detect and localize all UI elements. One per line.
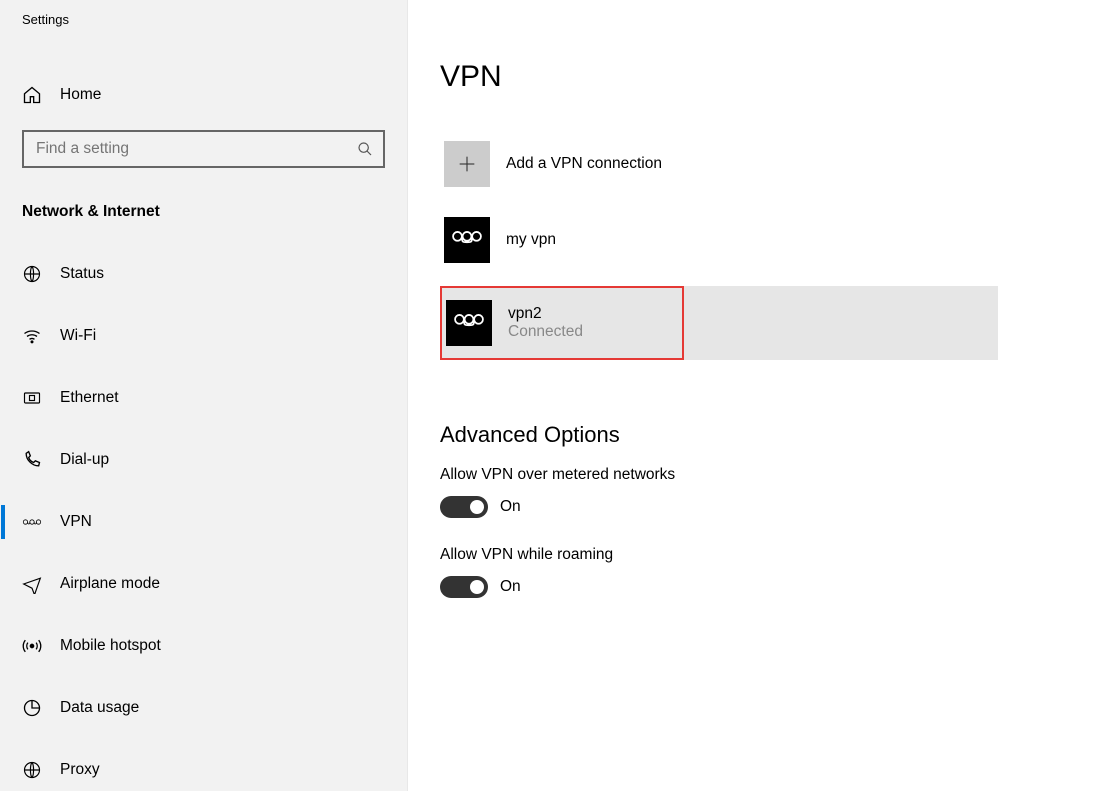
sidebar-item-hotspot[interactable]: Mobile hotspot bbox=[0, 623, 407, 669]
vpn-connection-item[interactable]: vpn2 Connected bbox=[440, 286, 684, 360]
vpn-icon bbox=[22, 512, 42, 532]
main-content: VPN Add a VPN connection my vpn bbox=[408, 0, 1096, 791]
vpn-connection-item[interactable]: my vpn bbox=[440, 202, 998, 278]
nav-list: Status Wi-Fi Ethernet D bbox=[0, 251, 407, 793]
sidebar-item-label: VPN bbox=[60, 513, 92, 531]
vpn-connection-icon bbox=[446, 300, 492, 346]
data-icon bbox=[22, 698, 42, 718]
home-icon bbox=[22, 85, 42, 105]
vpn-status: Connected bbox=[508, 323, 583, 341]
sidebar: Settings Home Network & Internet Status bbox=[0, 0, 408, 791]
search-input[interactable] bbox=[22, 130, 385, 168]
page-title: VPN bbox=[440, 60, 1096, 94]
sidebar-item-label: Data usage bbox=[60, 699, 139, 717]
sidebar-item-airplane[interactable]: Airplane mode bbox=[0, 561, 407, 607]
hotspot-icon bbox=[22, 636, 42, 656]
vpn-name: vpn2 bbox=[508, 305, 583, 323]
sidebar-item-datausage[interactable]: Data usage bbox=[0, 685, 407, 731]
proxy-icon bbox=[22, 760, 42, 780]
vpn-selected-row: vpn2 Connected bbox=[440, 286, 998, 360]
sidebar-item-proxy[interactable]: Proxy bbox=[0, 747, 407, 793]
sidebar-item-label: Dial-up bbox=[60, 451, 109, 469]
toggle-label: Allow VPN over metered networks bbox=[440, 466, 1096, 484]
plus-icon bbox=[444, 141, 490, 187]
sidebar-item-label: Status bbox=[60, 265, 104, 283]
sidebar-item-wifi[interactable]: Wi-Fi bbox=[0, 313, 407, 359]
toggle-label: Allow VPN while roaming bbox=[440, 546, 1096, 564]
search-box bbox=[22, 130, 385, 168]
vpn-connection-icon bbox=[444, 217, 490, 263]
toggle-state: On bbox=[500, 498, 521, 516]
globe-icon bbox=[22, 264, 42, 284]
window-title: Settings bbox=[0, 0, 407, 27]
toggle-group-metered: Allow VPN over metered networks On bbox=[440, 466, 1096, 518]
home-label: Home bbox=[60, 86, 101, 104]
home-button[interactable]: Home bbox=[0, 72, 407, 117]
sidebar-item-ethernet[interactable]: Ethernet bbox=[0, 375, 407, 421]
category-heading: Network & Internet bbox=[0, 203, 407, 221]
airplane-icon bbox=[22, 574, 42, 594]
ethernet-icon bbox=[22, 388, 42, 408]
add-vpn-button[interactable]: Add a VPN connection bbox=[440, 126, 998, 202]
toggle-state: On bbox=[500, 578, 521, 596]
sidebar-item-label: Airplane mode bbox=[60, 575, 160, 593]
vpn-name: my vpn bbox=[506, 231, 556, 249]
sidebar-item-label: Mobile hotspot bbox=[60, 637, 161, 655]
advanced-heading: Advanced Options bbox=[440, 422, 1096, 448]
sidebar-item-label: Ethernet bbox=[60, 389, 119, 407]
sidebar-item-dialup[interactable]: Dial-up bbox=[0, 437, 407, 483]
sidebar-item-label: Wi-Fi bbox=[60, 327, 96, 345]
sidebar-item-status[interactable]: Status bbox=[0, 251, 407, 297]
vpn-entries: Add a VPN connection my vpn bbox=[440, 126, 1096, 360]
toggle-roaming[interactable] bbox=[440, 576, 488, 598]
toggle-metered[interactable] bbox=[440, 496, 488, 518]
wifi-icon bbox=[22, 326, 42, 346]
sidebar-item-label: Proxy bbox=[60, 761, 100, 779]
add-vpn-label: Add a VPN connection bbox=[506, 155, 662, 173]
sidebar-item-vpn[interactable]: VPN bbox=[0, 499, 407, 545]
phone-icon bbox=[22, 450, 42, 470]
toggle-group-roaming: Allow VPN while roaming On bbox=[440, 546, 1096, 598]
